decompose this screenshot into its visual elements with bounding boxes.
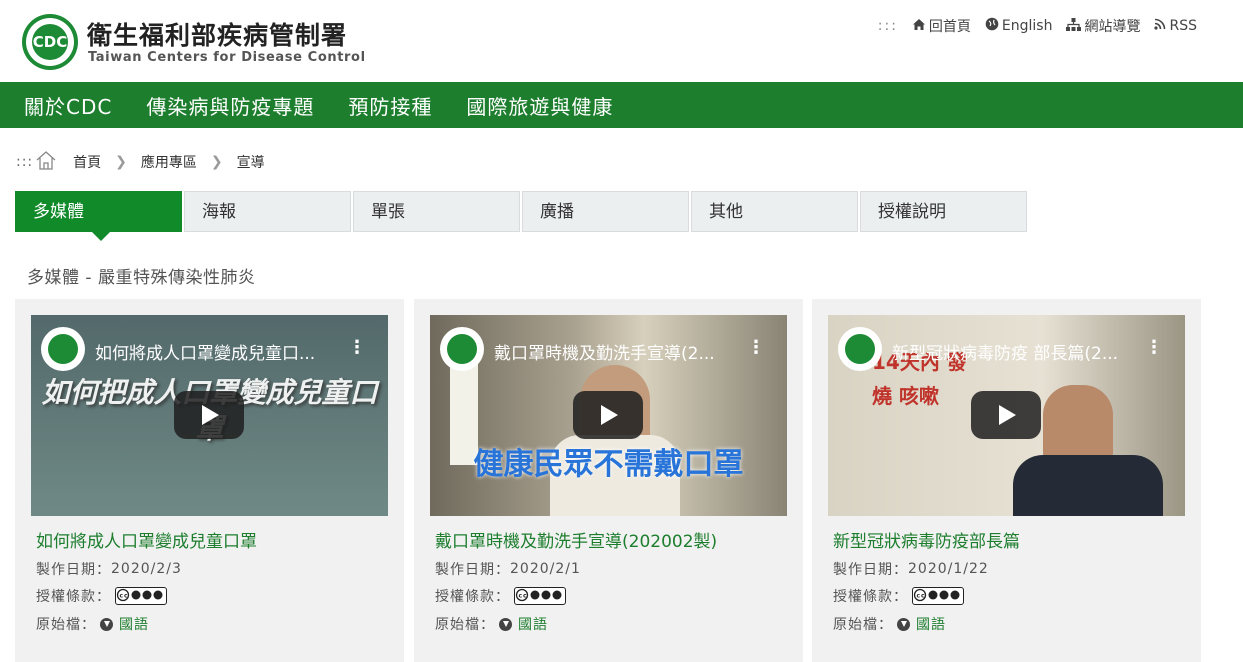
play-icon[interactable] (971, 391, 1041, 439)
breadcrumb: ::: 首頁 ❯ 應用專區 ❯ 宣導 (16, 150, 265, 174)
site-title[interactable]: 衛生福利部疾病管制署 (87, 16, 347, 52)
video-title[interactable]: 新型冠狀病毒防疫 部長篇(2... (892, 339, 1152, 364)
date-row: 製作日期： 2020/2/1 (435, 561, 581, 578)
video-player[interactable]: 健康民眾不需戴口罩 戴口罩時機及勤洗手宣導(2... ⋮ (430, 315, 787, 516)
date-row: 製作日期： 2020/2/3 (36, 561, 182, 578)
sitemap-icon (1066, 17, 1082, 35)
source-link[interactable]: 國語 (119, 614, 149, 634)
source-row: 原始檔： 國語 (833, 614, 946, 634)
source-link[interactable]: 國語 (518, 614, 548, 634)
nav-about-cdc[interactable]: 關於CDC (24, 91, 112, 120)
section-title: 多媒體 - 嚴重特殊傳染性肺炎 (27, 268, 256, 288)
tab-other[interactable]: 其他 (691, 191, 858, 232)
video-title[interactable]: 戴口罩時機及勤洗手宣導(2... (494, 339, 754, 364)
card-title[interactable]: 如何將成人口罩變成兒童口罩 (36, 527, 257, 552)
cdc-logo[interactable]: CDC (22, 14, 78, 70)
breadcrumb-dots: ::: (16, 154, 34, 170)
download-icon (897, 617, 910, 631)
video-player[interactable]: 如何把成人口罩變成兒童口罩 如何將成人口罩變成兒童口... ⋮ (31, 315, 388, 516)
site-subtitle: Taiwan Centers for Disease Control (88, 50, 366, 65)
video-title[interactable]: 如何將成人口罩變成兒童口... (95, 339, 355, 364)
date-value: 2020/1/22 (908, 561, 989, 577)
cc-license-badge[interactable]: cc (115, 587, 167, 605)
download-icon (499, 617, 512, 631)
card-title[interactable]: 戴口罩時機及勤洗手宣導(202002製) (435, 527, 717, 552)
home-icon (35, 150, 57, 174)
main-nav: 關於CDC 傳染病與防疫專題 預防接種 國際旅遊與健康 (0, 82, 1243, 128)
more-vert-icon[interactable]: ⋮ (747, 337, 765, 358)
chevron-right-icon: ❯ (210, 154, 223, 170)
english-link[interactable]: English (985, 17, 1052, 35)
breadcrumb-home[interactable]: 首頁 (73, 152, 101, 172)
rss-link[interactable]: RSS (1154, 18, 1197, 34)
tab-license[interactable]: 授權說明 (860, 191, 1027, 232)
sitemap-link[interactable]: 網站導覽 (1066, 16, 1140, 36)
channel-logo[interactable] (440, 327, 484, 371)
channel-logo[interactable] (41, 327, 85, 371)
tab-posters[interactable]: 海報 (184, 191, 351, 232)
card-title[interactable]: 新型冠狀病毒防疫部長篇 (833, 527, 1020, 552)
tab-radio[interactable]: 廣播 (522, 191, 689, 232)
category-tabs: 多媒體 海報 單張 廣播 其他 授權說明 (15, 191, 1027, 241)
play-icon[interactable] (573, 391, 643, 439)
more-vert-icon[interactable]: ⋮ (348, 337, 366, 358)
breadcrumb-apps[interactable]: 應用專區 (141, 152, 197, 172)
accesskey-dots[interactable]: ::: (878, 18, 898, 34)
site-header: CDC 衛生福利部疾病管制署 Taiwan Centers for Diseas… (0, 0, 1243, 82)
globe-icon (985, 17, 999, 35)
tab-leaflets[interactable]: 單張 (353, 191, 520, 232)
date-value: 2020/2/3 (111, 561, 182, 577)
nav-diseases[interactable]: 傳染病與防疫專題 (146, 91, 314, 120)
video-card: 健康民眾不需戴口罩 戴口罩時機及勤洗手宣導(2... ⋮ 戴口罩時機及勤洗手宣導… (414, 299, 803, 662)
license-row: 授權條款： cc (435, 586, 566, 606)
rss-icon (1154, 18, 1166, 34)
more-vert-icon[interactable]: ⋮ (1145, 337, 1163, 358)
date-value: 2020/2/1 (510, 561, 581, 577)
top-links: ::: 回首頁 English 網站導覽 RSS (878, 16, 1197, 36)
svg-text:cc: cc (120, 593, 129, 600)
play-icon[interactable] (174, 391, 244, 439)
svg-text:cc: cc (917, 593, 926, 600)
video-card: 如何把成人口罩變成兒童口罩 如何將成人口罩變成兒童口... ⋮ 如何將成人口罩變… (15, 299, 404, 662)
home-link[interactable]: 回首頁 (912, 16, 971, 36)
video-player[interactable]: 14天內 發燒 咳嗽 新型冠狀病毒防疫 部長篇(2... ⋮ (828, 315, 1185, 516)
speaker-figure (1043, 385, 1113, 465)
video-card: 14天內 發燒 咳嗽 新型冠狀病毒防疫 部長篇(2... ⋮ 新型冠狀病毒防疫部… (812, 299, 1201, 662)
download-icon (100, 617, 113, 631)
license-row: 授權條款： cc (36, 586, 167, 606)
cc-license-badge[interactable]: cc (514, 587, 566, 605)
license-row: 授權條款： cc (833, 586, 964, 606)
source-row: 原始檔： 國語 (36, 614, 149, 634)
cc-license-badge[interactable]: cc (912, 587, 964, 605)
channel-logo[interactable] (838, 327, 882, 371)
tab-multimedia[interactable]: 多媒體 (15, 191, 182, 241)
breadcrumb-promo[interactable]: 宣導 (237, 152, 265, 172)
nav-vaccination[interactable]: 預防接種 (348, 91, 432, 120)
svg-text:cc: cc (519, 593, 528, 600)
date-row: 製作日期： 2020/1/22 (833, 561, 989, 578)
nav-travel-health[interactable]: 國際旅遊與健康 (466, 91, 613, 120)
source-row: 原始檔： 國語 (435, 614, 548, 634)
home-icon (912, 18, 926, 35)
chevron-right-icon: ❯ (115, 154, 127, 170)
video-overlay-text: 健康民眾不需戴口罩 (473, 447, 744, 482)
source-link[interactable]: 國語 (916, 614, 946, 634)
